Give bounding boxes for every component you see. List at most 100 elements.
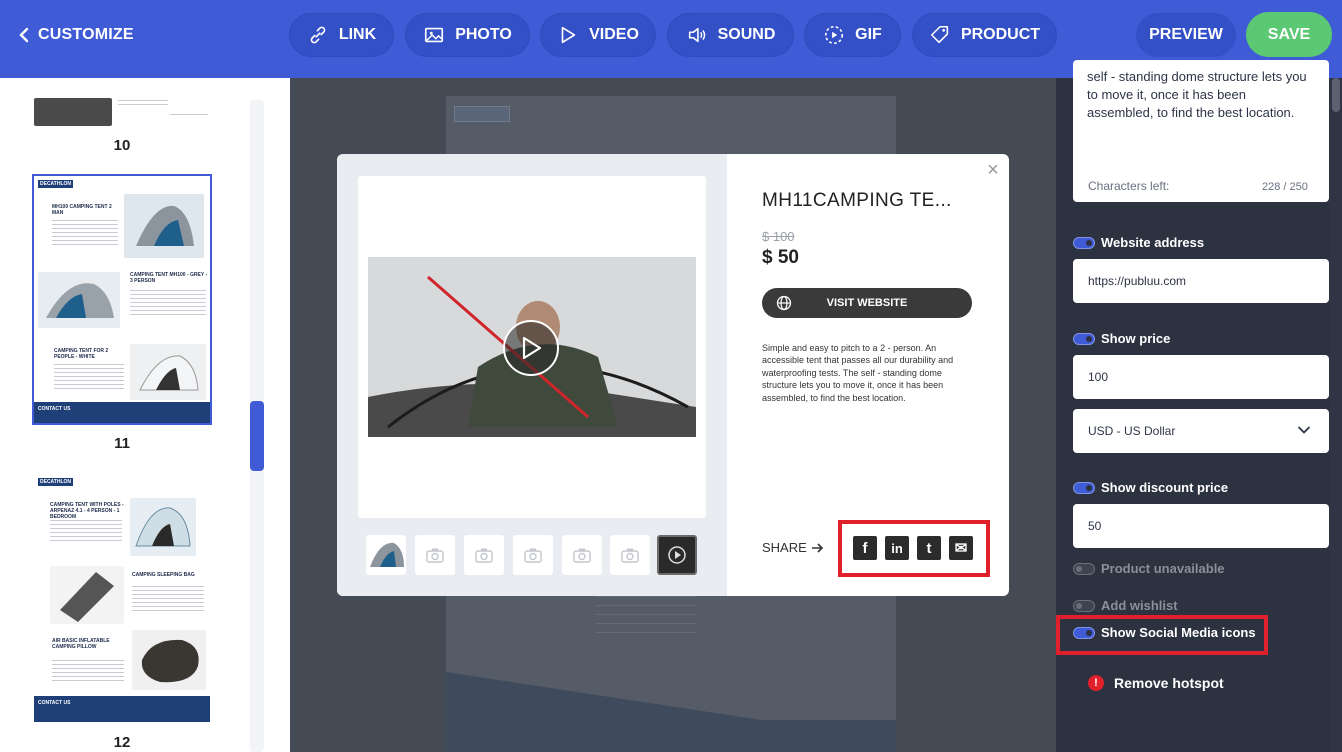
media-thumbnail-empty-1[interactable] [415, 535, 455, 575]
share-text: SHARE [762, 540, 807, 555]
page-thumbnail-11[interactable]: DECATHLON MH100 CAMPING TENT 2 MAN CAMPI… [32, 174, 212, 425]
page-logo [454, 106, 510, 122]
show-discount-toggle[interactable] [1073, 482, 1095, 494]
page-thumbnail-12[interactable]: DECATHLON CAMPING TENT WITH POLES - ARPE… [34, 474, 210, 722]
product-title: MH11CAMPING TE... [762, 190, 952, 211]
page-11-brand: DECATHLON [38, 180, 74, 188]
warning-icon: ! [1088, 675, 1104, 691]
customize-label: CUSTOMIZE [38, 26, 134, 43]
link-tool-label: LINK [338, 26, 377, 43]
photo-icon [425, 27, 444, 43]
page-11-tent-image-3 [130, 344, 206, 400]
product-tool-button[interactable]: PRODUCT [912, 13, 1057, 57]
page-12-text-1 [50, 520, 122, 542]
page-dimmed-footer [446, 672, 896, 752]
add-wishlist-label: Add wishlist [1101, 598, 1178, 613]
chevron-left-icon [19, 27, 29, 43]
arrow-right-icon [811, 542, 823, 553]
close-modal-button[interactable]: × [985, 160, 1001, 180]
page-11-contact: CONTACT US [38, 406, 71, 412]
settings-scrollbar-thumb[interactable] [1332, 78, 1340, 112]
preview-button[interactable]: PREVIEW [1136, 13, 1236, 57]
remove-hotspot-label: Remove hotspot [1114, 675, 1224, 691]
page-thumbnail-10[interactable] [34, 98, 210, 126]
page-thumbnails-panel: 10 DECATHLON MH100 CAMPING TENT 2 MAN CA… [0, 78, 290, 752]
product-video[interactable] [368, 257, 696, 437]
page-11-tent-image-2 [38, 272, 120, 328]
social-toggle-highlight [1056, 615, 1268, 655]
discount-price-value: 50 [1088, 519, 1102, 533]
product-media-area [337, 154, 727, 596]
website-address-toggle[interactable] [1073, 237, 1095, 249]
gif-icon [825, 25, 844, 45]
tent-thumbnail-image [370, 542, 404, 567]
camera-icon [426, 548, 444, 563]
media-thumbnail-empty-4[interactable] [562, 535, 602, 575]
currency-select[interactable]: USD - US Dollar [1073, 409, 1329, 453]
product-new-price: $ 50 [762, 247, 799, 268]
photo-tool-button[interactable]: PHOTO [405, 13, 530, 57]
gif-tool-button[interactable]: GIF [804, 13, 901, 57]
page-12-brand: DECATHLON [38, 478, 74, 486]
play-button[interactable] [503, 320, 559, 376]
tag-icon [930, 25, 949, 44]
show-price-label: Show price [1101, 331, 1171, 346]
show-discount-label: Show discount price [1101, 480, 1229, 495]
customize-back-button[interactable]: CUSTOMIZE [14, 24, 134, 46]
remove-hotspot-button[interactable]: ! Remove hotspot [1088, 675, 1224, 691]
sound-tool-button[interactable]: SOUND [667, 13, 794, 57]
description-text: self - standing dome structure lets you … [1087, 69, 1307, 120]
media-thumbnail-video[interactable] [657, 535, 697, 575]
add-wishlist-toggle[interactable] [1073, 600, 1095, 612]
play-icon [522, 336, 542, 360]
discount-price-input[interactable]: 50 [1073, 504, 1329, 548]
share-label: SHARE [762, 540, 825, 555]
media-thumbnail-empty-3[interactable] [513, 535, 553, 575]
show-price-toggle[interactable] [1073, 333, 1095, 345]
price-input[interactable]: 100 [1073, 355, 1329, 399]
settings-scrollbar[interactable] [1330, 78, 1342, 752]
media-thumbnail-tent[interactable] [366, 535, 406, 575]
page-12-title-3: AIR BASIC INFLATABLE CAMPING PILLOW [52, 638, 110, 650]
page-11-tent-image-1 [124, 194, 204, 258]
page-number-10: 10 [113, 137, 131, 154]
product-old-price: $ 100 [762, 229, 795, 244]
page-10-footer-text [170, 114, 208, 117]
link-tool-button[interactable]: LINK [289, 13, 394, 57]
video-tool-button[interactable]: VIDEO [540, 13, 656, 57]
sound-tool-label: SOUND [717, 26, 776, 43]
camera-icon [621, 548, 639, 563]
page-11-footer: CONTACT US [34, 402, 210, 423]
product-unavailable-toggle[interactable] [1073, 563, 1095, 575]
page-12-title-1: CAMPING TENT WITH POLES - ARPENAZ 4.1 - … [50, 502, 124, 520]
thumbnails-scrollbar-thumb[interactable] [250, 401, 264, 471]
save-button[interactable]: SAVE [1246, 12, 1332, 57]
visit-website-button[interactable]: VISIT WEBSITE [762, 288, 972, 318]
page-12-contact: CONTACT US [38, 700, 71, 706]
product-description: Simple and easy to pitch to a 2 - person… [762, 343, 954, 403]
product-unavailable-label: Product unavailable [1101, 561, 1225, 576]
page-dimmed-text [596, 596, 696, 640]
sound-icon [688, 27, 705, 43]
page-number-12: 12 [113, 734, 131, 751]
page-12-sleeping-bag-image [50, 566, 124, 624]
page-12-footer: CONTACT US [34, 696, 210, 722]
social-icons-highlight [838, 520, 990, 577]
characters-left-label: Characters left: [1088, 179, 1170, 193]
camera-icon [524, 548, 542, 563]
page-number-11: 11 [114, 435, 130, 452]
camera-icon [475, 548, 493, 563]
page-11-text-2 [130, 290, 206, 316]
characters-left-count: 228 / 250 [1262, 181, 1308, 193]
page-11-title-1: MH100 CAMPING TENT 2 MAN [52, 204, 112, 216]
media-thumbnail-empty-2[interactable] [464, 535, 504, 575]
website-address-input[interactable]: https://publuu.com [1073, 259, 1329, 303]
video-play-icon [668, 546, 686, 564]
visit-website-label: VISIT WEBSITE [826, 297, 908, 309]
page-11-text-1 [52, 220, 118, 246]
website-address-label: Website address [1101, 235, 1205, 250]
page-12-pillow-image [132, 630, 206, 690]
media-thumbnail-empty-5[interactable] [610, 535, 650, 575]
chevron-down-icon [1298, 426, 1310, 434]
page-11-title-3: CAMPING TENT FOR 2 PEOPLE - WHITE [54, 348, 109, 360]
